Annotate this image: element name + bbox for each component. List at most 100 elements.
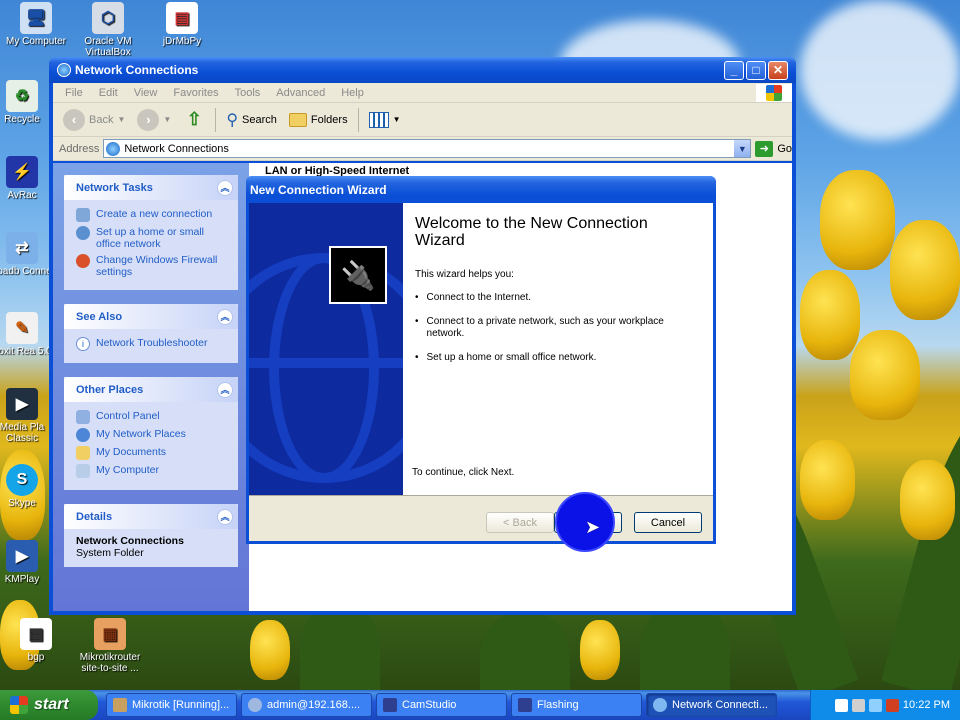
see-also-panel: See Also ︽ i Network Troubleshooter <box>64 304 238 363</box>
address-input[interactable]: Network Connections ▼ <box>103 139 752 158</box>
other-places-header[interactable]: Other Places ︽ <box>64 377 238 402</box>
cancel-button[interactable]: Cancel <box>634 512 702 533</box>
desktop-icon-mikrotik[interactable]: ▦ Mikrotikrouter site-to-site ... <box>72 618 148 674</box>
forward-arrow-icon: › <box>137 108 160 131</box>
clock[interactable]: 10:22 PM <box>903 699 950 711</box>
details-header[interactable]: Details ︽ <box>64 504 238 529</box>
link-label: My Documents <box>96 446 167 458</box>
see-also-title: See Also <box>76 310 123 323</box>
go-button[interactable]: ➜ Go <box>755 140 792 157</box>
taskbar-item[interactable]: CamStudio <box>376 693 507 717</box>
maximize-button[interactable]: □ <box>746 60 766 80</box>
leaf <box>300 600 380 700</box>
new-connection-icon <box>76 208 90 222</box>
desktop-icon-my-computer[interactable]: 🖥 My Computer <box>0 2 72 47</box>
views-button[interactable]: ▼ <box>365 110 405 130</box>
link-label: Change Windows Firewall settings <box>96 254 218 278</box>
help-icon[interactable] <box>834 698 848 712</box>
globe-graphic <box>249 358 403 368</box>
wizard-bullet: • Connect to the Internet. <box>415 292 701 304</box>
network-cable-icon: 🔌 <box>329 246 387 304</box>
desktop-icon-label: Mikrotikrouter site-to-site ... <box>79 652 141 674</box>
link-label: Create a new connection <box>96 208 213 220</box>
task-label: Flashing <box>537 699 579 711</box>
taskbar-item[interactable]: Mikrotik [Running]... <box>106 693 237 717</box>
network-tasks-header[interactable]: Network Tasks ︽ <box>64 175 238 200</box>
my-network-places-link[interactable]: My Network Places <box>76 428 226 442</box>
system-tray: 10:22 PM <box>810 690 960 720</box>
folders-label: Folders <box>310 113 348 126</box>
desktop-icon-virtualbox[interactable]: ⬡ Oracle VM VirtualBox <box>72 2 144 58</box>
new-connection-wizard-dialog: New Connection Wizard 🔌 Welcome to the N… <box>246 176 716 544</box>
menu-favorites[interactable]: Favorites <box>165 87 226 99</box>
window-title-bar[interactable]: Network Connections _ □ ✕ <box>49 57 796 83</box>
back-button[interactable]: ‹ Back ▼ <box>59 107 129 133</box>
menu-edit[interactable]: Edit <box>91 87 126 99</box>
wizard-title: New Connection Wizard <box>250 182 387 197</box>
start-label: start <box>34 696 69 713</box>
see-also-header[interactable]: See Also ︽ <box>64 304 238 329</box>
details-name: Network Connections <box>76 535 184 547</box>
folders-button[interactable]: Folders <box>285 111 352 129</box>
views-icon <box>368 111 389 128</box>
security-shield-icon[interactable] <box>885 698 899 712</box>
setup-home-network-link[interactable]: Set up a home or small office network <box>76 226 226 250</box>
bullet-text: Connect to the Internet. <box>426 292 532 303</box>
start-button[interactable]: start <box>0 690 98 720</box>
menu-view[interactable]: View <box>126 87 166 99</box>
taskbar-item[interactable]: Network Connecti... <box>646 693 777 717</box>
tray-app-icon[interactable] <box>851 698 865 712</box>
network-troubleshooter-link[interactable]: i Network Troubleshooter <box>76 337 226 351</box>
skype-icon: S <box>6 464 38 496</box>
bullet-text: Set up a home or small office network. <box>426 352 597 363</box>
my-documents-link[interactable]: My Documents <box>76 446 226 460</box>
search-label: Search <box>242 113 277 126</box>
toolbar-separator <box>215 107 217 132</box>
close-button[interactable]: ✕ <box>768 60 788 80</box>
collapse-icon[interactable]: ︽ <box>217 179 233 196</box>
my-computer-link[interactable]: My Computer <box>76 464 226 478</box>
minimize-button[interactable]: _ <box>724 60 744 80</box>
recycle-bin-icon: ♻ <box>6 80 38 112</box>
menu-help[interactable]: Help <box>333 87 372 99</box>
taskbar-item[interactable]: Flashing <box>511 693 642 717</box>
wizard-continue-text: To continue, click Next. <box>412 467 515 478</box>
network-places-icon <box>76 428 90 442</box>
wizard-heading: Welcome to the New Connection Wizard <box>415 215 648 249</box>
wizard-intro: This wizard helps you: <box>415 269 514 280</box>
link-label: Set up a home or small office network <box>96 226 204 250</box>
desktop-icon-bgp[interactable]: ▤ bgp <box>0 618 72 663</box>
wizard-title-bar[interactable]: New Connection Wizard <box>246 176 716 203</box>
chevron-down-icon: ▼ <box>117 115 126 124</box>
menu-tools[interactable]: Tools <box>227 87 269 99</box>
desktop-icon-file[interactable]: ▤ jDrMbPy <box>146 2 218 47</box>
collapse-icon[interactable]: ︽ <box>217 381 233 398</box>
desktop-icon-label: jDrMbPy <box>162 36 202 47</box>
link-label: My Network Places <box>96 428 186 440</box>
menu-advanced[interactable]: Advanced <box>268 87 333 99</box>
virtualbox-icon: ⬡ <box>92 2 124 34</box>
chevron-down-icon[interactable]: ▼ <box>734 140 751 157</box>
forward-button[interactable]: › ▼ <box>133 107 175 133</box>
menu-bar: File Edit View Favorites Tools Advanced … <box>53 83 792 103</box>
folder-icon <box>288 112 307 127</box>
change-firewall-link[interactable]: Change Windows Firewall settings <box>76 254 226 278</box>
task-label: Mikrotik [Running]... <box>132 699 230 711</box>
collapse-icon[interactable]: ︽ <box>217 308 233 325</box>
tulip <box>890 220 960 320</box>
control-panel-link[interactable]: Control Panel <box>76 410 226 424</box>
search-button[interactable]: ⚲ Search <box>222 108 281 132</box>
back-button[interactable]: < Back <box>486 512 554 533</box>
desktop-icon-label: bgp <box>27 652 45 663</box>
network-tray-icon[interactable] <box>868 698 882 712</box>
network-icon <box>57 63 71 77</box>
desktop-icon-label: Oracle VM VirtualBox <box>84 36 132 58</box>
create-new-connection-link[interactable]: Create a new connection <box>76 208 226 222</box>
up-button[interactable]: ⇧ <box>179 107 209 133</box>
network-tasks-title: Network Tasks <box>76 181 153 194</box>
leaf <box>480 610 570 700</box>
kmplayer-icon: ▶ <box>6 540 38 572</box>
taskbar-item[interactable]: admin@192.168.... <box>241 693 372 717</box>
collapse-icon[interactable]: ︽ <box>217 508 233 525</box>
menu-file[interactable]: File <box>57 87 91 99</box>
